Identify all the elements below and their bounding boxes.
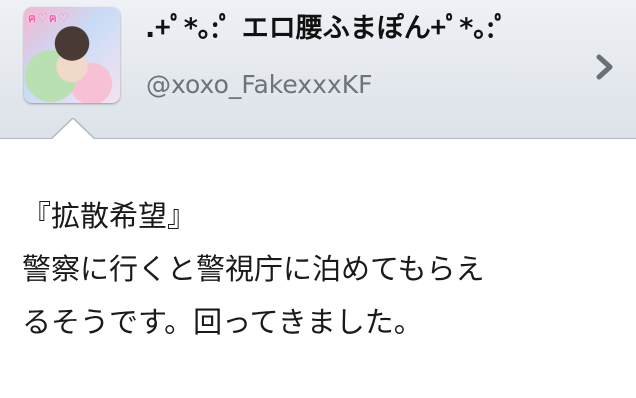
avatar[interactable]: ฅ♡ฅ♡ bbox=[24, 7, 120, 103]
display-name: .+ﾟ*｡:ﾟ エロ腰ふまぽん+ﾟ*｡:ﾟ bbox=[145, 13, 508, 44]
chevron-right-icon[interactable] bbox=[592, 54, 618, 80]
tweet-line: 『拡散希望』 bbox=[22, 199, 197, 233]
user-handle: @xoxo_FakexxxKF bbox=[146, 70, 373, 99]
tweet-line: るそうです。回ってきました。 bbox=[22, 305, 423, 339]
tweet-line: 警察に行くと警視庁に泊めてもらえ bbox=[22, 252, 485, 286]
tweet-text: 『拡散希望』 警察に行くと警視庁に泊めてもらえ るそうです。回ってきました。 bbox=[22, 190, 622, 349]
profile-header[interactable]: ฅ♡ฅ♡ .+ﾟ*｡:ﾟ エロ腰ふまぽん+ﾟ*｡:ﾟ @xoxo_Fakexxx… bbox=[0, 0, 636, 139]
avatar-sticker-text: ฅ♡ฅ♡ bbox=[28, 11, 70, 25]
speech-pointer bbox=[51, 118, 95, 141]
